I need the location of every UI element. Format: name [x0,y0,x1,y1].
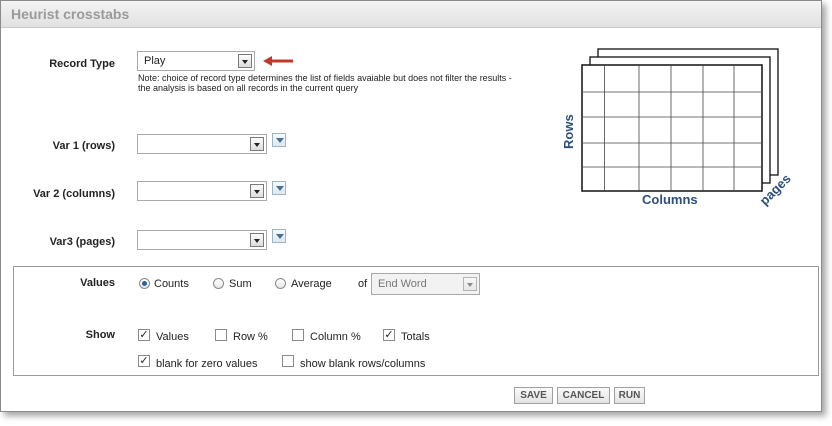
record-type-label: Record Type [49,58,115,70]
values-checkbox[interactable]: ✓ [138,329,150,341]
average-label: Average [291,278,332,290]
column-percent-checkbox[interactable] [292,329,304,341]
blank-rows-checkbox[interactable] [282,355,294,367]
of-label: of [358,278,368,290]
column-percent-label: Column % [310,331,361,343]
save-button[interactable]: SAVE [514,387,553,404]
chevron-down-icon[interactable] [250,137,264,151]
record-type-select[interactable]: Play [137,51,255,71]
chevron-down-icon[interactable] [463,277,477,291]
var2-select[interactable] [137,181,267,201]
chevron-down-icon[interactable] [250,233,264,247]
var2-menu-button[interactable] [272,181,286,195]
counts-label: Counts [154,278,189,290]
crosstabs-dialog: Heurist crosstabs Record Type Play Note:… [0,0,822,412]
record-type-value: Play [144,55,166,67]
var3-label: Var3 (pages) [49,236,115,248]
blank-zero-checkbox[interactable]: ✓ [138,355,150,367]
value-field-select[interactable]: End Word [371,273,480,295]
show-label: Show [85,329,115,341]
rows-label: Rows [561,114,576,149]
crosstab-illustration: Columns Rows pages [561,48,794,208]
var1-select[interactable] [137,134,267,154]
run-button[interactable]: RUN [614,387,645,404]
var1-label: Var 1 (rows) [52,140,115,152]
var3-menu-button[interactable] [272,229,286,243]
totals-label: Totals [401,331,430,343]
chevron-down-icon[interactable] [238,54,252,68]
chevron-down-icon[interactable] [250,184,264,198]
var3-select[interactable] [137,230,267,250]
value-field-value: End Word [378,278,427,290]
arrow-left-icon [263,56,293,66]
cancel-button[interactable]: CANCEL [557,387,610,404]
totals-checkbox[interactable]: ✓ [383,329,395,341]
sum-label: Sum [229,278,252,290]
var2-label: Var 2 (columns) [33,188,115,200]
window-title: Heurist crosstabs [11,6,130,22]
blank-zero-label: blank for zero values [156,358,258,370]
record-type-note: Note: choice of record type determines t… [138,73,512,93]
var1-menu-button[interactable] [272,133,286,147]
blank-rows-label: show blank rows/columns [300,358,426,370]
values-option-label: Values [156,331,189,343]
counts-radio[interactable] [139,278,150,289]
title-bar: Heurist crosstabs [1,1,821,28]
average-radio[interactable] [275,278,286,289]
sum-radio[interactable] [213,278,224,289]
columns-label: Columns [642,192,698,207]
values-label: Values [80,277,115,289]
row-percent-checkbox[interactable] [215,329,227,341]
row-percent-label: Row % [233,331,268,343]
